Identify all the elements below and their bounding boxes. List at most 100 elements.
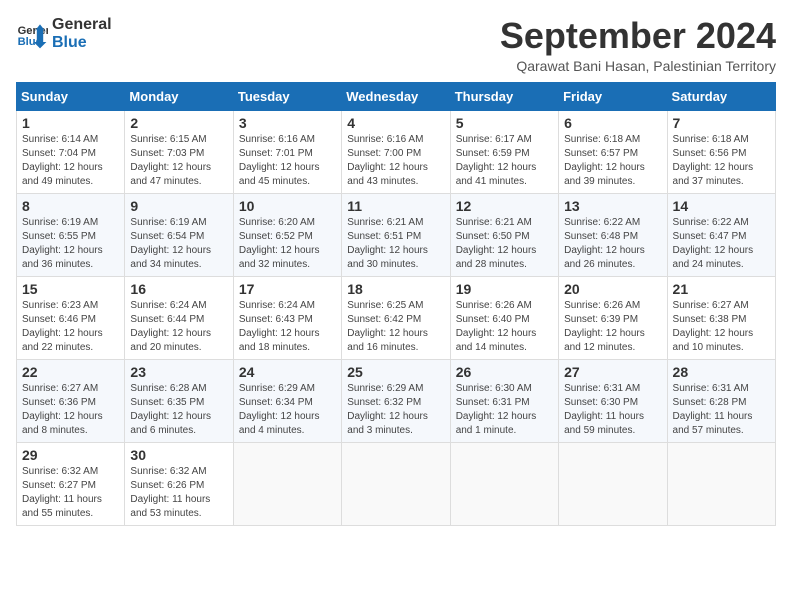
calendar-cell: 26Sunrise: 6:30 AMSunset: 6:31 PMDayligh… bbox=[450, 359, 558, 442]
calendar-cell: 19 Sunrise: 6:26 AMSunset: 6:40 PMDayligh… bbox=[450, 276, 558, 359]
day-info: Sunrise: 6:14 AMSunset: 7:04 PMDaylight:… bbox=[22, 133, 119, 189]
day-number: 12 bbox=[456, 198, 553, 214]
day-info: Sunrise: 6:19 AMSunset: 6:54 PMDaylight:… bbox=[130, 216, 227, 272]
logo-icon: General Blue bbox=[16, 18, 48, 50]
col-header-friday: Friday bbox=[559, 82, 667, 110]
col-header-saturday: Saturday bbox=[667, 82, 775, 110]
week-row-4: 22 Sunrise: 6:27 AMSunset: 6:36 PMDayligh… bbox=[17, 359, 776, 442]
day-number: 6 bbox=[564, 115, 661, 131]
day-number: 30 bbox=[130, 447, 227, 463]
logo-general: General bbox=[52, 16, 112, 34]
day-info: Sunrise: 6:32 AMSunset: 6:27 PMDaylight:… bbox=[22, 465, 119, 521]
calendar-cell: 9 Sunrise: 6:19 AMSunset: 6:54 PMDaylight… bbox=[125, 193, 233, 276]
calendar-cell: 2 Sunrise: 6:15 AMSunset: 7:03 PMDaylight… bbox=[125, 110, 233, 193]
day-number: 23 bbox=[130, 364, 227, 380]
day-number: 15 bbox=[22, 281, 119, 297]
day-info: Sunrise: 6:21 AMSunset: 6:51 PMDaylight:… bbox=[347, 216, 444, 272]
calendar-cell: 25 Sunrise: 6:29 AMSunset: 6:32 PMDayligh… bbox=[342, 359, 450, 442]
logo-blue: Blue bbox=[52, 34, 112, 52]
day-number: 5 bbox=[456, 115, 553, 131]
day-info: Sunrise: 6:16 AMSunset: 7:00 PMDaylight:… bbox=[347, 133, 444, 189]
day-info: Sunrise: 6:26 AMSunset: 6:40 PMDaylight:… bbox=[456, 299, 553, 355]
day-number: 4 bbox=[347, 115, 444, 131]
day-number: 29 bbox=[22, 447, 119, 463]
day-number: 3 bbox=[239, 115, 336, 131]
day-info: Sunrise: 6:17 AMSunset: 6:59 PMDaylight:… bbox=[456, 133, 553, 189]
calendar-cell: 28Sunrise: 6:31 AMSunset: 6:28 PMDayligh… bbox=[667, 359, 775, 442]
calendar-cell: 14Sunrise: 6:22 AMSunset: 6:47 PMDayligh… bbox=[667, 193, 775, 276]
calendar-table: SundayMondayTuesdayWednesdayThursdayFrid… bbox=[16, 82, 776, 526]
calendar-cell: 20Sunrise: 6:26 AMSunset: 6:39 PMDayligh… bbox=[559, 276, 667, 359]
calendar-cell: 18Sunrise: 6:25 AMSunset: 6:42 PMDayligh… bbox=[342, 276, 450, 359]
calendar-cell: 5 Sunrise: 6:17 AMSunset: 6:59 PMDaylight… bbox=[450, 110, 558, 193]
calendar-cell bbox=[342, 442, 450, 525]
day-number: 25 bbox=[347, 364, 444, 380]
day-number: 10 bbox=[239, 198, 336, 214]
day-info: Sunrise: 6:32 AMSunset: 6:26 PMDaylight:… bbox=[130, 465, 227, 521]
day-info: Sunrise: 6:31 AMSunset: 6:30 PMDaylight:… bbox=[564, 382, 661, 438]
day-info: Sunrise: 6:26 AMSunset: 6:39 PMDaylight:… bbox=[564, 299, 661, 355]
day-info: Sunrise: 6:16 AMSunset: 7:01 PMDaylight:… bbox=[239, 133, 336, 189]
day-info: Sunrise: 6:21 AMSunset: 6:50 PMDaylight:… bbox=[456, 216, 553, 272]
day-number: 26 bbox=[456, 364, 553, 380]
day-info: Sunrise: 6:31 AMSunset: 6:28 PMDaylight:… bbox=[673, 382, 770, 438]
day-info: Sunrise: 6:24 AMSunset: 6:43 PMDaylight:… bbox=[239, 299, 336, 355]
week-row-3: 15 Sunrise: 6:23 AMSunset: 6:46 PMDayligh… bbox=[17, 276, 776, 359]
calendar-cell: 27 Sunrise: 6:31 AMSunset: 6:30 PMDayligh… bbox=[559, 359, 667, 442]
calendar-cell bbox=[233, 442, 341, 525]
calendar-cell: 29 Sunrise: 6:32 AMSunset: 6:27 PMDayligh… bbox=[17, 442, 125, 525]
day-info: Sunrise: 6:19 AMSunset: 6:55 PMDaylight:… bbox=[22, 216, 119, 272]
calendar-cell: 16 Sunrise: 6:24 AMSunset: 6:44 PMDayligh… bbox=[125, 276, 233, 359]
day-info: Sunrise: 6:27 AMSunset: 6:36 PMDaylight:… bbox=[22, 382, 119, 438]
calendar-cell: 1 Sunrise: 6:14 AMSunset: 7:04 PMDaylight… bbox=[17, 110, 125, 193]
week-row-1: 1 Sunrise: 6:14 AMSunset: 7:04 PMDaylight… bbox=[17, 110, 776, 193]
calendar-cell: 11 Sunrise: 6:21 AMSunset: 6:51 PMDayligh… bbox=[342, 193, 450, 276]
calendar-cell bbox=[559, 442, 667, 525]
day-number: 8 bbox=[22, 198, 119, 214]
col-header-tuesday: Tuesday bbox=[233, 82, 341, 110]
calendar-cell: 21 Sunrise: 6:27 AMSunset: 6:38 PMDayligh… bbox=[667, 276, 775, 359]
day-number: 16 bbox=[130, 281, 227, 297]
day-info: Sunrise: 6:15 AMSunset: 7:03 PMDaylight:… bbox=[130, 133, 227, 189]
title-area: September 2024 Qarawat Bani Hasan, Pales… bbox=[500, 16, 776, 74]
header-row: SundayMondayTuesdayWednesdayThursdayFrid… bbox=[17, 82, 776, 110]
day-info: Sunrise: 6:18 AMSunset: 6:57 PMDaylight:… bbox=[564, 133, 661, 189]
day-info: Sunrise: 6:24 AMSunset: 6:44 PMDaylight:… bbox=[130, 299, 227, 355]
svg-text:General: General bbox=[18, 25, 48, 37]
day-info: Sunrise: 6:27 AMSunset: 6:38 PMDaylight:… bbox=[673, 299, 770, 355]
calendar-cell: 7 Sunrise: 6:18 AMSunset: 6:56 PMDaylight… bbox=[667, 110, 775, 193]
day-number: 21 bbox=[673, 281, 770, 297]
calendar-cell: 6 Sunrise: 6:18 AMSunset: 6:57 PMDaylight… bbox=[559, 110, 667, 193]
calendar-cell: 17Sunrise: 6:24 AMSunset: 6:43 PMDayligh… bbox=[233, 276, 341, 359]
calendar-cell: 3 Sunrise: 6:16 AMSunset: 7:01 PMDaylight… bbox=[233, 110, 341, 193]
day-number: 11 bbox=[347, 198, 444, 214]
day-info: Sunrise: 6:29 AMSunset: 6:32 PMDaylight:… bbox=[347, 382, 444, 438]
logo: General Blue General Blue bbox=[16, 16, 112, 52]
calendar-cell: 13Sunrise: 6:22 AMSunset: 6:48 PMDayligh… bbox=[559, 193, 667, 276]
day-number: 22 bbox=[22, 364, 119, 380]
week-row-2: 8 Sunrise: 6:19 AMSunset: 6:55 PMDaylight… bbox=[17, 193, 776, 276]
day-number: 1 bbox=[22, 115, 119, 131]
day-number: 19 bbox=[456, 281, 553, 297]
calendar-cell: 10 Sunrise: 6:20 AMSunset: 6:52 PMDayligh… bbox=[233, 193, 341, 276]
day-info: Sunrise: 6:23 AMSunset: 6:46 PMDaylight:… bbox=[22, 299, 119, 355]
day-number: 27 bbox=[564, 364, 661, 380]
calendar-cell: 23 Sunrise: 6:28 AMSunset: 6:35 PMDayligh… bbox=[125, 359, 233, 442]
day-number: 7 bbox=[673, 115, 770, 131]
day-info: Sunrise: 6:20 AMSunset: 6:52 PMDaylight:… bbox=[239, 216, 336, 272]
calendar-cell: 8 Sunrise: 6:19 AMSunset: 6:55 PMDaylight… bbox=[17, 193, 125, 276]
day-number: 13 bbox=[564, 198, 661, 214]
day-number: 2 bbox=[130, 115, 227, 131]
week-row-5: 29 Sunrise: 6:32 AMSunset: 6:27 PMDayligh… bbox=[17, 442, 776, 525]
day-info: Sunrise: 6:29 AMSunset: 6:34 PMDaylight:… bbox=[239, 382, 336, 438]
location-subtitle: Qarawat Bani Hasan, Palestinian Territor… bbox=[500, 58, 776, 74]
month-title: September 2024 bbox=[500, 16, 776, 56]
day-info: Sunrise: 6:28 AMSunset: 6:35 PMDaylight:… bbox=[130, 382, 227, 438]
day-number: 18 bbox=[347, 281, 444, 297]
day-info: Sunrise: 6:18 AMSunset: 6:56 PMDaylight:… bbox=[673, 133, 770, 189]
calendar-cell bbox=[667, 442, 775, 525]
col-header-wednesday: Wednesday bbox=[342, 82, 450, 110]
day-number: 24 bbox=[239, 364, 336, 380]
calendar-cell: 12 Sunrise: 6:21 AMSunset: 6:50 PMDayligh… bbox=[450, 193, 558, 276]
day-number: 9 bbox=[130, 198, 227, 214]
